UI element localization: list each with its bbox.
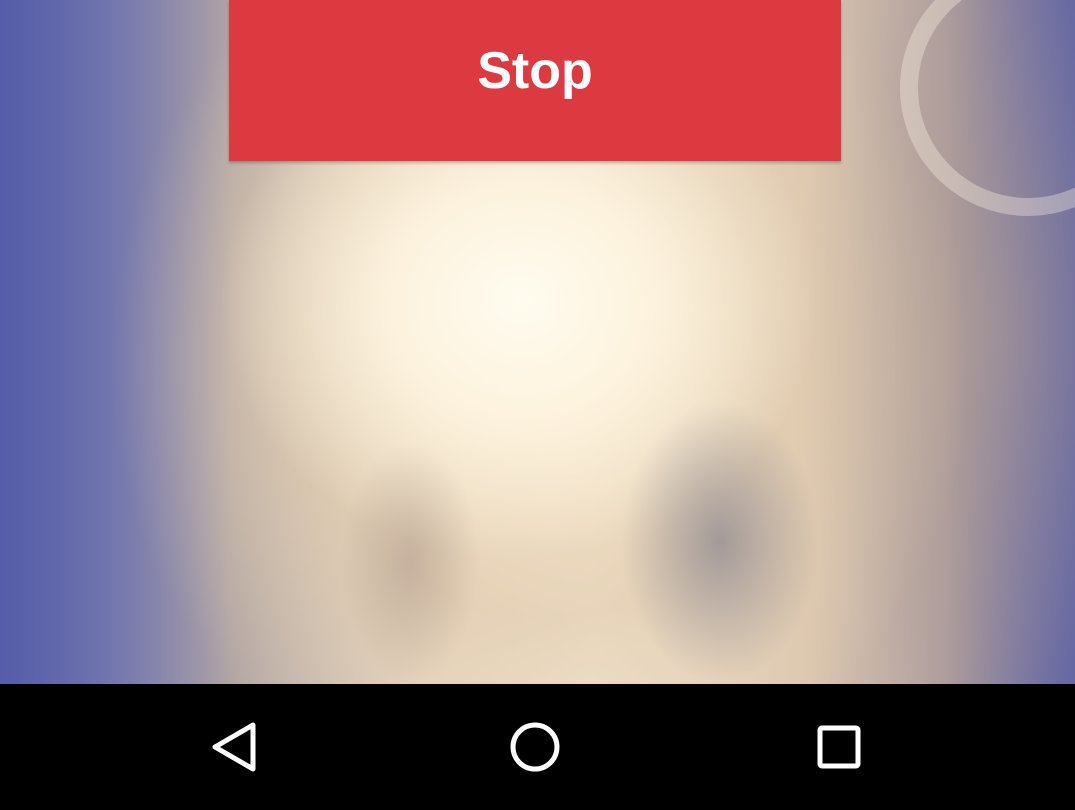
app-screen: Stop: [0, 0, 1075, 810]
preview-shading: [0, 0, 230, 684]
recents-button[interactable]: [804, 712, 874, 782]
system-navigation-bar: [0, 684, 1075, 810]
back-triangle-icon: [212, 722, 256, 772]
home-button[interactable]: [500, 712, 570, 782]
recents-square-icon: [817, 725, 861, 769]
back-button[interactable]: [200, 712, 270, 782]
stop-button[interactable]: Stop: [229, 0, 841, 161]
preview-shading: [340, 440, 480, 684]
preview-shading: [620, 400, 820, 684]
lens-flare: [900, 0, 1075, 216]
home-circle-icon: [510, 722, 560, 772]
